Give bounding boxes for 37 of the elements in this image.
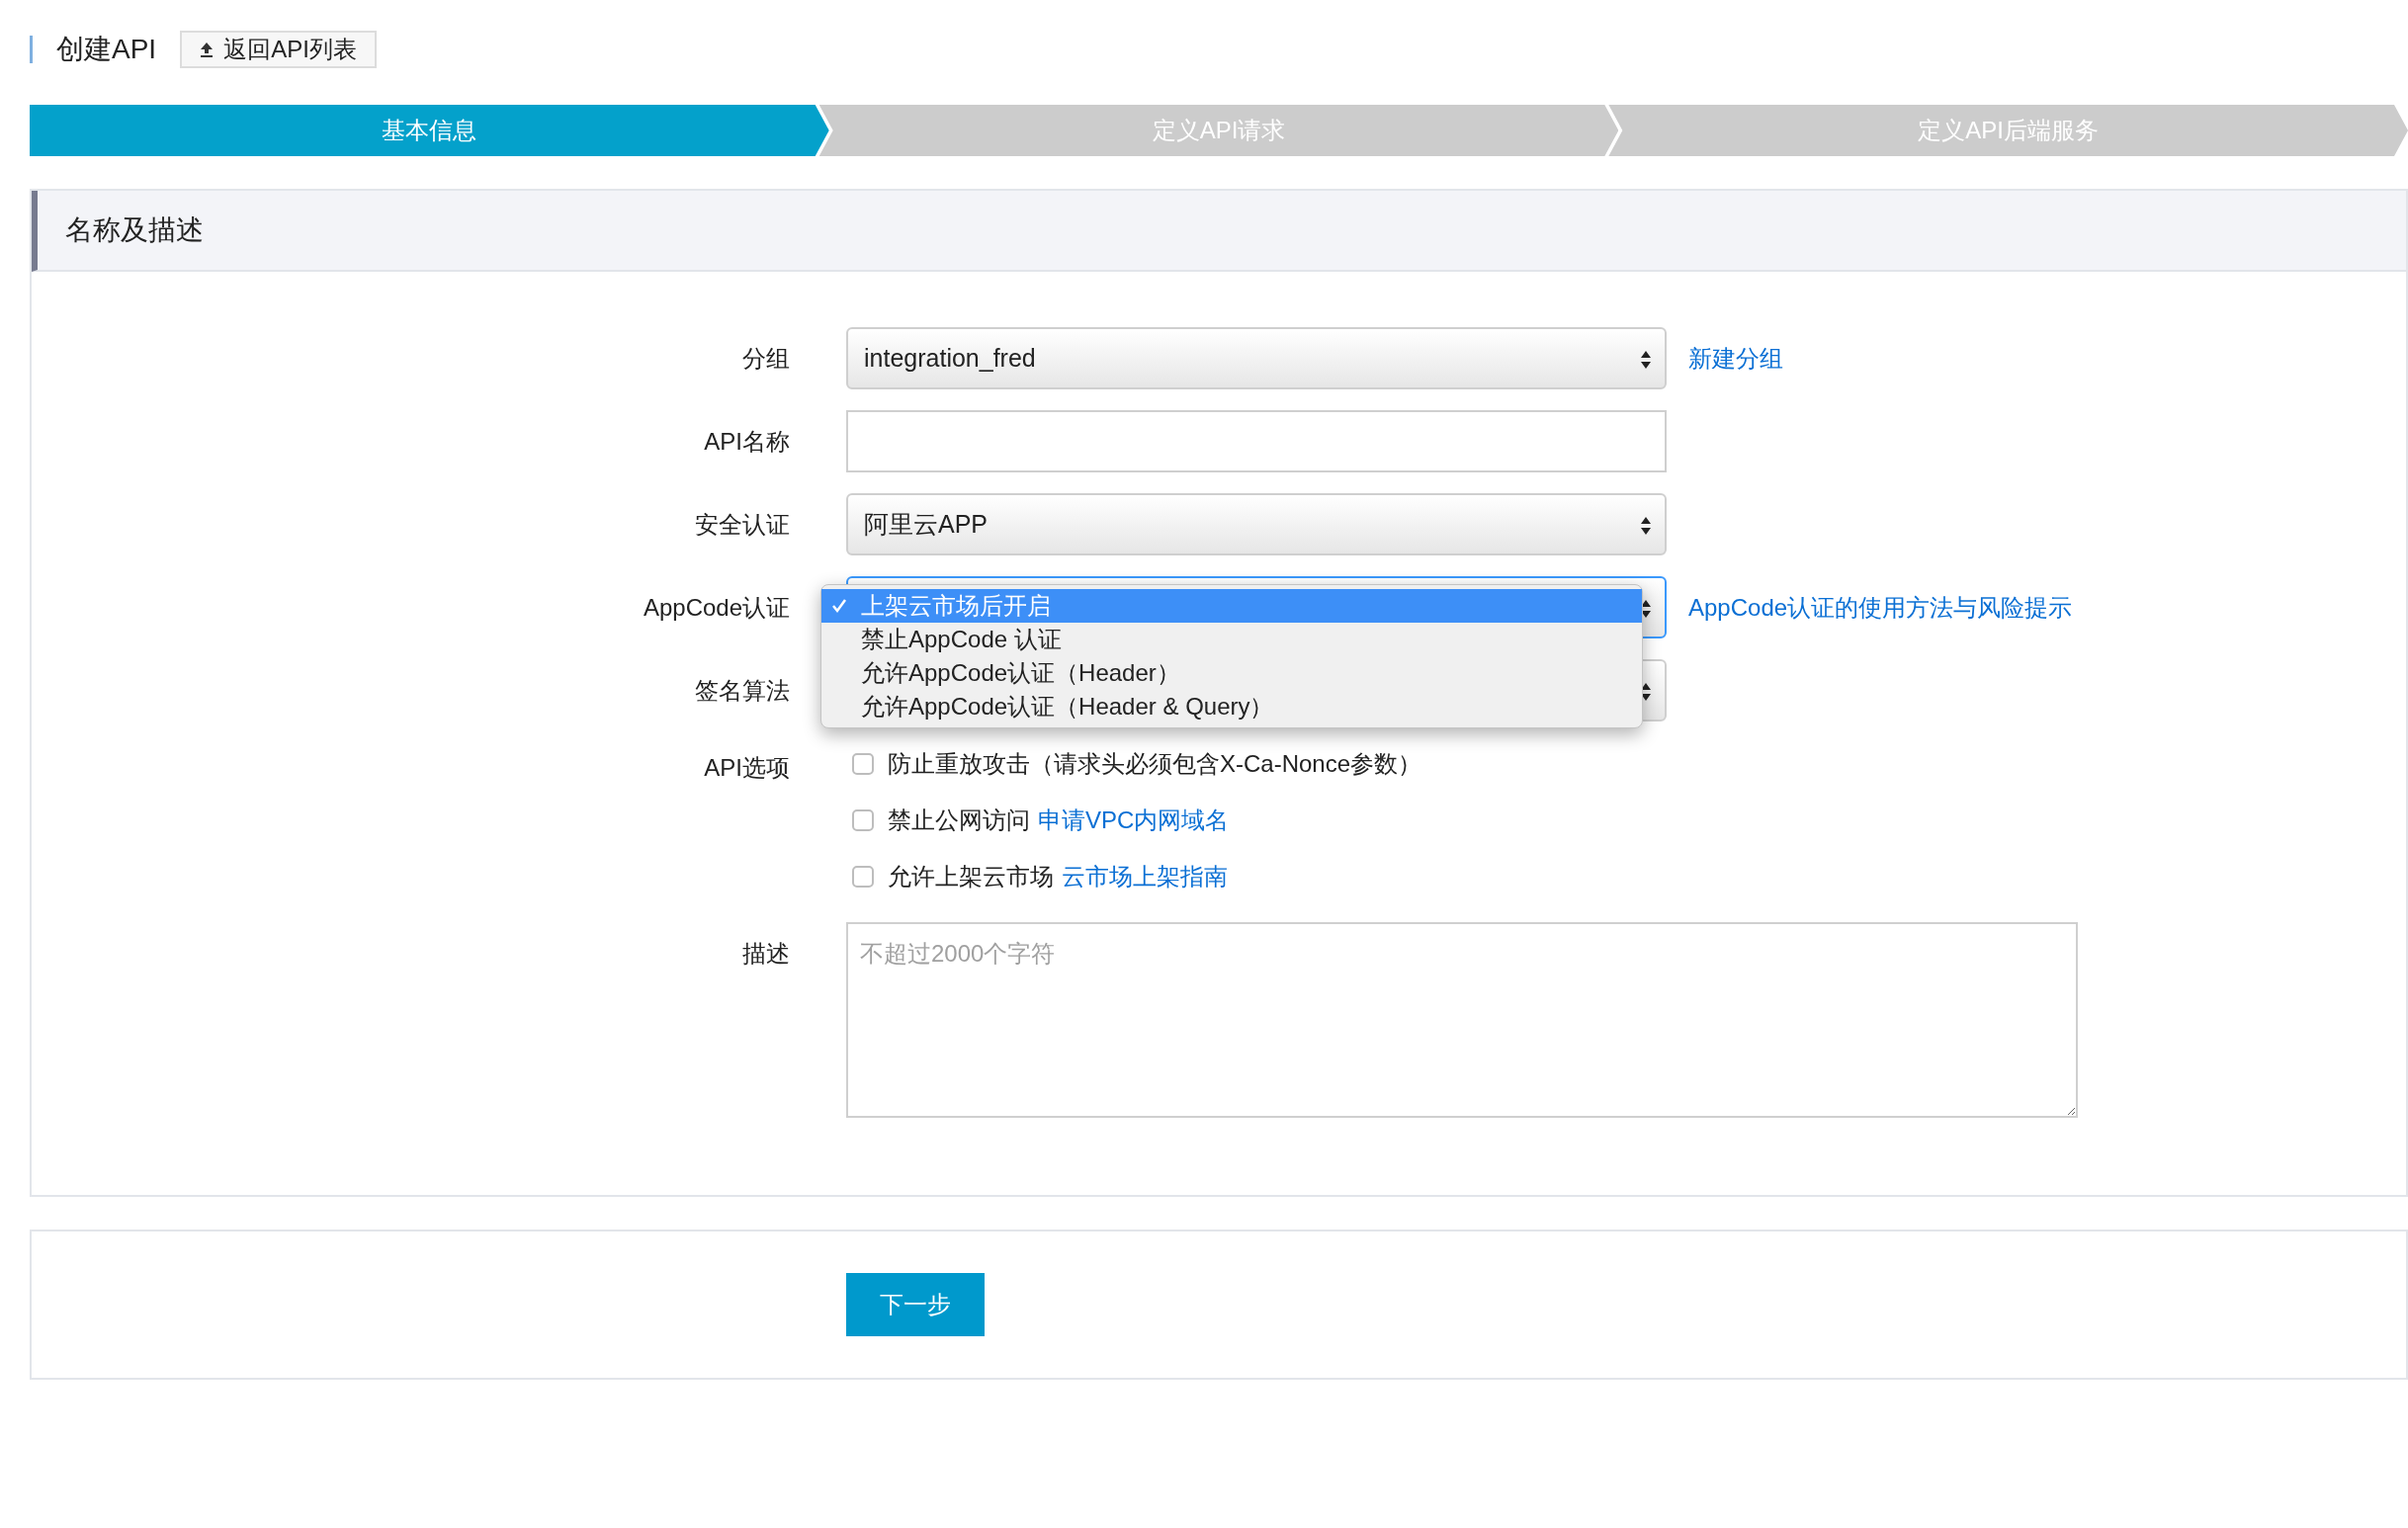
section-title: 名称及描述 [65,213,204,247]
dropdown-option[interactable]: 上架云市场后开启 [821,589,1642,623]
link[interactable]: 云市场上架指南 [1062,858,1228,894]
checkbox-label: 禁止公网访问 [888,805,1030,835]
step-tab[interactable]: 基本信息 [30,105,829,156]
next-button[interactable]: 下一步 [846,1273,985,1336]
dropdown-select[interactable]: 阿里云APP [846,493,1667,555]
field-label: 安全认证 [694,510,790,540]
field-label: API名称 [703,427,790,457]
upload-arrow-icon [200,42,215,57]
checkbox[interactable] [852,752,874,775]
up-down-arrow-icon [1641,600,1651,618]
checkbox[interactable] [852,865,874,888]
dropdown-option[interactable]: 允许AppCode认证（Header） [821,656,1642,690]
field-label: 分组 [741,344,790,374]
field-label: AppCode认证 [642,593,790,623]
field-label: 签名算法 [694,676,790,706]
up-down-arrow-icon [1641,517,1651,535]
dropdown-select[interactable]: integration_fred [846,327,1667,389]
description-textarea[interactable]: 不超过2000个字符 [846,922,2078,1118]
dropdown-option[interactable]: 禁止AppCode 认证 [821,623,1642,656]
field-label: API选项 [703,753,790,783]
link[interactable]: 新建分组 [1688,327,1783,377]
checkbox-label: 防止重放攻击（请求头必须包含X-Ca-Nonce参数） [888,748,1422,779]
page-title: 创建API [56,33,157,66]
title-accent-bar [30,36,33,63]
input-field[interactable] [846,410,1667,472]
up-down-arrow-icon [1641,683,1651,701]
checkbox[interactable] [852,808,874,831]
up-down-arrow-icon [1641,351,1651,369]
field-label: 描述 [741,939,790,969]
back-button[interactable]: 返回API列表 [180,31,377,68]
link[interactable]: AppCode认证的使用方法与风险提示 [1688,576,2073,626]
link[interactable]: 申请VPC内网域名 [1038,802,1230,838]
checkbox-label: 允许上架云市场 [888,861,1054,891]
dropdown-option[interactable]: 允许AppCode认证（Header & Query） [821,690,1642,723]
check-icon [831,598,847,614]
